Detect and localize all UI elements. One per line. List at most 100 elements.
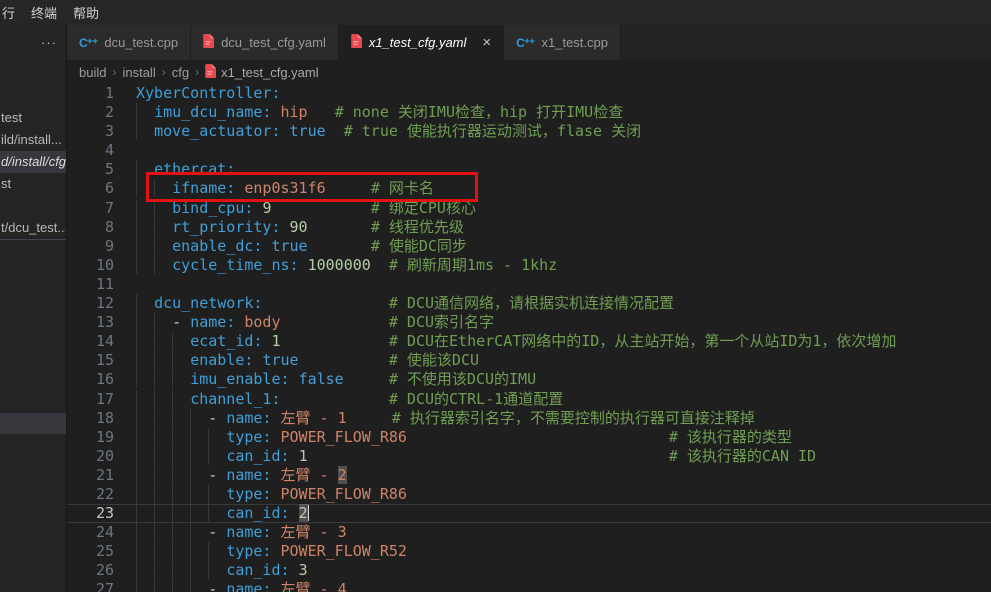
tab-dcu_test_cfg.yaml[interactable]: dcu_test_cfg.yaml: [191, 25, 339, 60]
code-line-text: channel_1: # DCU的CTRL-1通道配置: [114, 390, 991, 409]
code-line-text: enable: true # 使能该DCU: [114, 351, 991, 370]
code-line-4[interactable]: 4: [67, 141, 991, 160]
line-number[interactable]: 4: [67, 141, 114, 160]
code-line-26[interactable]: 26 can_id: 3: [67, 561, 991, 580]
line-number[interactable]: 18: [67, 409, 114, 428]
line-number[interactable]: 25: [67, 542, 114, 561]
line-number[interactable]: 22: [67, 485, 114, 504]
breadcrumb-file[interactable]: x1_test_cfg.yaml: [205, 64, 319, 81]
line-number[interactable]: 20: [67, 447, 114, 466]
code-line-9[interactable]: 9 enable_dc: true # 使能DC同步: [67, 237, 991, 256]
code-line-text: imu_enable: false # 不使用该DCU的IMU: [114, 370, 991, 389]
code-line-21[interactable]: 21 - name: 左臂 - 2: [67, 466, 991, 485]
code-line-12[interactable]: 12 dcu_network: # DCU通信网络，请根据实机连接情况配置: [67, 294, 991, 313]
indent-guides: [136, 409, 208, 427]
menu-item-终端[interactable]: 终端: [23, 3, 65, 22]
code-line-10[interactable]: 10 cycle_time_ns: 1000000 # 刷新周期1ms - 1k…: [67, 256, 991, 275]
code-line-13[interactable]: 13 - name: body # DCU索引名字: [67, 313, 991, 332]
line-number[interactable]: 3: [67, 122, 114, 141]
sidebar-item[interactable]: st: [0, 173, 66, 195]
line-number[interactable]: 15: [67, 351, 114, 370]
line-number[interactable]: 10: [67, 256, 114, 275]
code-line-text: - name: body # DCU索引名字: [114, 313, 991, 332]
tab-x1_test.cpp[interactable]: C⁺⁺x1_test.cpp: [504, 25, 621, 60]
indent-guides: [136, 179, 172, 197]
breadcrumb-item-build[interactable]: build: [79, 65, 106, 80]
code-area[interactable]: 1XyberController:2 imu_dcu_name: hip # n…: [67, 84, 991, 592]
line-number[interactable]: 26: [67, 561, 114, 580]
line-number[interactable]: 7: [67, 199, 114, 218]
sidebar-selected-row[interactable]: [0, 413, 66, 434]
code-line-23[interactable]: 23 can_id: 2: [67, 504, 991, 523]
sidebar-item[interactable]: t/dcu_test...: [0, 217, 66, 239]
code-line-text: [114, 141, 991, 160]
line-number[interactable]: 6: [67, 179, 114, 198]
indent-guides: [136, 294, 154, 312]
line-number[interactable]: 27: [67, 580, 114, 592]
code-line-text: cycle_time_ns: 1000000 # 刷新周期1ms - 1khz: [114, 256, 991, 275]
breadcrumb-item-cfg[interactable]: cfg: [172, 65, 189, 80]
code-line-16[interactable]: 16 imu_enable: false # 不使用该DCU的IMU: [67, 370, 991, 389]
code-line-18[interactable]: 18 - name: 左臂 - 1 # 执行器索引名字，不需要控制的执行器可直接…: [67, 409, 991, 428]
line-number[interactable]: 23: [67, 504, 114, 523]
sidebar-more-actions[interactable]: ···: [0, 25, 66, 60]
line-number[interactable]: 2: [67, 103, 114, 122]
line-number[interactable]: 11: [67, 275, 114, 294]
ellipsis-icon: ···: [41, 35, 57, 50]
code-line-14[interactable]: 14 ecat_id: 1 # DCU在EtherCAT网络中的ID，从主站开始…: [67, 332, 991, 351]
code-line-text: - name: 左臂 - 3: [114, 523, 991, 542]
code-line-17[interactable]: 17 channel_1: # DCU的CTRL-1通道配置: [67, 390, 991, 409]
yaml-file-icon: [203, 34, 214, 51]
line-number[interactable]: 12: [67, 294, 114, 313]
tab-bar-filler: [621, 25, 991, 60]
indent-guides: [136, 256, 172, 274]
indent-guides: [136, 160, 154, 178]
code-line-15[interactable]: 15 enable: true # 使能该DCU: [67, 351, 991, 370]
code-line-3[interactable]: 3 move_actuator: true # true 使能执行器运动测试，f…: [67, 122, 991, 141]
tab-label: x1_test_cfg.yaml: [369, 35, 467, 50]
code-line-20[interactable]: 20 can_id: 1 # 该执行器的CAN ID: [67, 447, 991, 466]
code-line-7[interactable]: 7 bind_cpu: 9 # 绑定CPU核心: [67, 199, 991, 218]
code-line-8[interactable]: 8 rt_priority: 90 # 线程优先级: [67, 218, 991, 237]
line-number[interactable]: 9: [67, 237, 114, 256]
code-line-25[interactable]: 25 type: POWER_FLOW_R52: [67, 542, 991, 561]
line-number[interactable]: 16: [67, 370, 114, 389]
breadcrumb-item-install[interactable]: install: [122, 65, 155, 80]
yaml-file-icon: [351, 34, 362, 51]
sidebar-item[interactable]: ild/install...: [0, 129, 66, 151]
code-line-1[interactable]: 1XyberController:: [67, 84, 991, 103]
code-line-11[interactable]: 11: [67, 275, 991, 294]
menu-item-行[interactable]: 行: [0, 3, 23, 22]
indent-guides: [136, 428, 226, 446]
tab-x1_test_cfg.yaml[interactable]: x1_test_cfg.yaml ×: [339, 25, 504, 60]
code-line-22[interactable]: 22 type: POWER_FLOW_R86: [67, 485, 991, 504]
code-line-6[interactable]: 6 ifname: enp0s31f6 # 网卡名: [67, 179, 991, 198]
line-number[interactable]: 21: [67, 466, 114, 485]
code-line-19[interactable]: 19 type: POWER_FLOW_R86 # 该执行器的类型: [67, 428, 991, 447]
code-line-text: dcu_network: # DCU通信网络，请根据实机连接情况配置: [114, 294, 991, 313]
line-number[interactable]: 5: [67, 160, 114, 179]
code-line-text: ethercat:: [114, 160, 991, 179]
code-line-27[interactable]: 27 - name: 左臂 - 4: [67, 580, 991, 592]
sidebar-item[interactable]: test: [0, 107, 66, 129]
code-line-text: can_id: 3: [114, 561, 991, 580]
tab-label: dcu_test.cpp: [104, 35, 178, 50]
line-number[interactable]: 8: [67, 218, 114, 237]
line-number[interactable]: 19: [67, 428, 114, 447]
indent-guides: [136, 447, 226, 465]
tab-dcu_test.cpp[interactable]: C⁺⁺dcu_test.cpp: [67, 25, 191, 60]
code-line-2[interactable]: 2 imu_dcu_name: hip # none 关闭IMU检查，hip 打…: [67, 103, 991, 122]
close-icon[interactable]: ×: [482, 35, 491, 50]
line-number[interactable]: 13: [67, 313, 114, 332]
sidebar: ··· testild/install...d/install/cfgst t/d…: [0, 25, 67, 592]
sidebar-item[interactable]: d/install/cfg: [0, 151, 66, 173]
line-number[interactable]: 17: [67, 390, 114, 409]
code-line-5[interactable]: 5 ethercat:: [67, 160, 991, 179]
line-number[interactable]: 24: [67, 523, 114, 542]
line-number[interactable]: 1: [67, 84, 114, 103]
line-number[interactable]: 14: [67, 332, 114, 351]
menu-item-帮助[interactable]: 帮助: [65, 3, 107, 22]
code-line-24[interactable]: 24 - name: 左臂 - 3: [67, 523, 991, 542]
code-line-text: type: POWER_FLOW_R52: [114, 542, 991, 561]
indent-guides: [136, 313, 172, 331]
